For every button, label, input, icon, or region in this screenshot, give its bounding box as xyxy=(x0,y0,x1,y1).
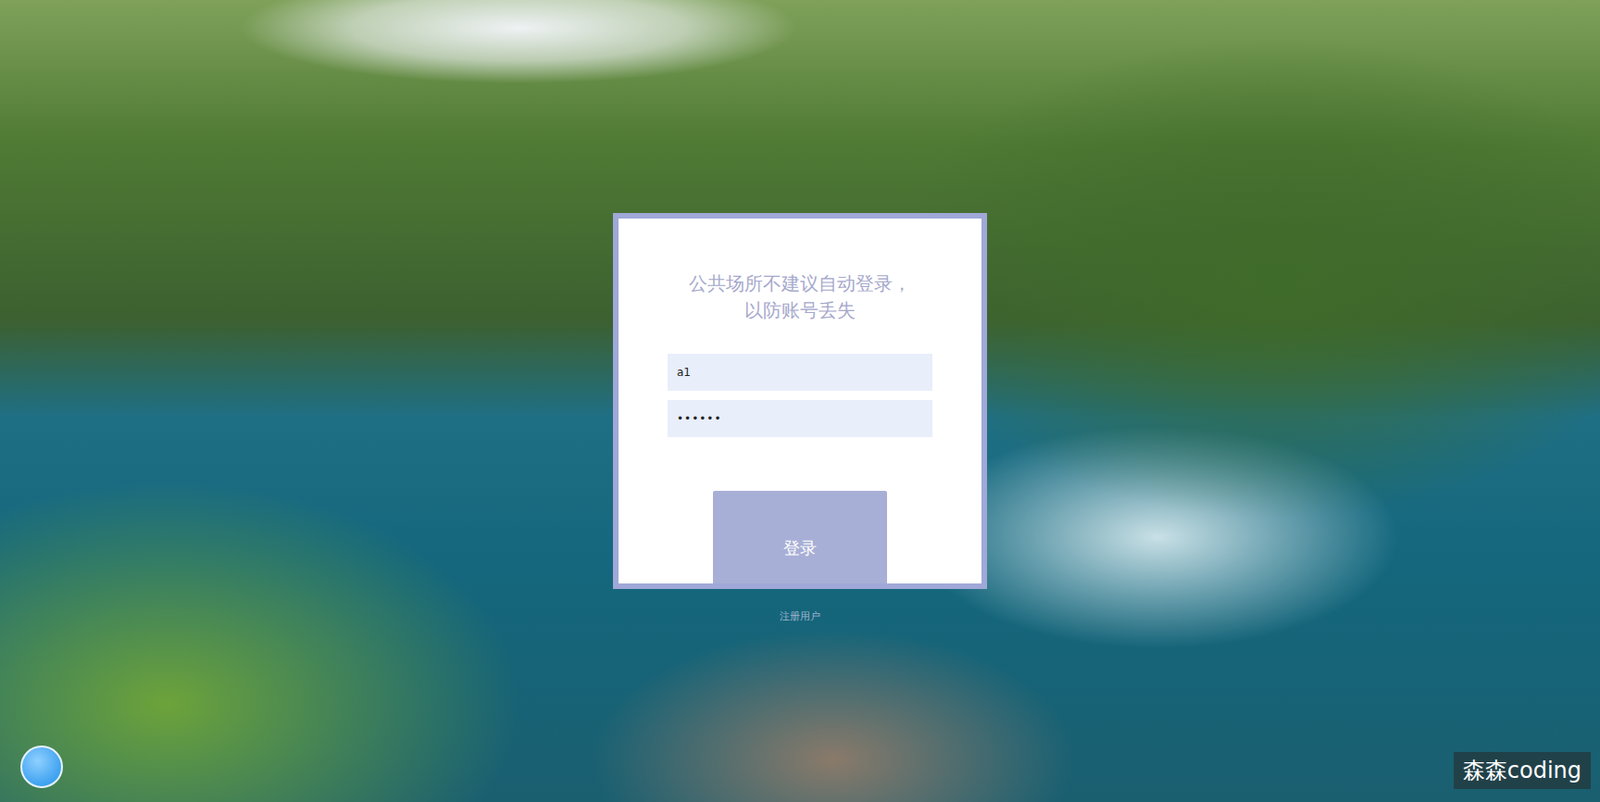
username-input[interactable] xyxy=(667,353,933,391)
login-page: 公共场所不建议自动登录，以防账号丢失登录注册用户森森coding xyxy=(0,0,1600,802)
register-link[interactable]: 注册用户 xyxy=(0,609,1600,624)
watermark: 森森coding xyxy=(1453,751,1591,789)
login-area: 公共场所不建议自动登录，以防账号丢失登录注册用户 xyxy=(0,0,1600,802)
button-row: 登录 xyxy=(712,490,888,584)
notice-line: 以防账号丢失 xyxy=(688,297,912,325)
avatar-icon[interactable] xyxy=(20,745,63,788)
notice-text: 公共场所不建议自动登录，以防账号丢失 xyxy=(688,270,912,325)
login-fields xyxy=(667,353,933,438)
notice-line: 公共场所不建议自动登录， xyxy=(688,270,912,298)
password-input[interactable] xyxy=(667,400,933,438)
login-button[interactable]: 登录 xyxy=(712,490,888,584)
login-card: 公共场所不建议自动登录，以防账号丢失登录 xyxy=(612,212,988,589)
